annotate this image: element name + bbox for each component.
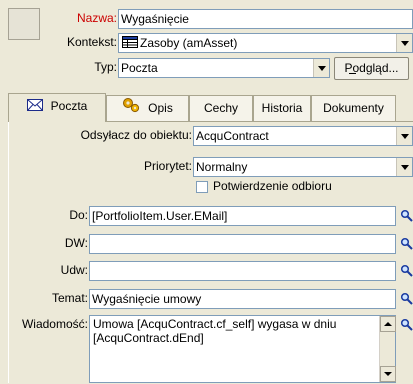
message-textarea[interactable]: Umowa [AcquContract.cf_self] wygasa w dn… [89,315,396,383]
name-label: Nazwa: [76,11,117,25]
context-label: Kontekst: [66,35,117,49]
name-value: Wygaśnięcie [121,12,189,26]
name-field[interactable]: Wygaśnięcie [118,9,413,29]
ref-dropdown-button[interactable] [396,127,412,145]
receipt-label: Potwierdzenie odbioru [213,179,332,193]
scroll-down-button[interactable] [380,366,396,382]
tab-cechy[interactable]: Cechy [189,95,253,121]
cc-lookup-icon[interactable] [400,237,413,251]
tab-label: Opis [148,101,173,115]
ref-value: AcquContract [196,129,269,143]
type-label: Typ: [94,60,117,74]
type-dropdown-button[interactable] [313,59,329,77]
tab-label: Historia [261,101,303,115]
tab-dokumenty[interactable]: Dokumenty [311,95,396,121]
bcc-lookup-icon[interactable] [400,264,413,278]
priority-value: Normalny [196,160,248,174]
context-value: Zasoby (amAsset) [140,36,238,50]
type-value: Poczta [121,61,158,75]
tab-poczta[interactable]: Poczta [8,93,106,122]
ref-label: Odsyłacz do obiektu: [80,128,192,142]
tab-panel-left-border [8,121,9,383]
subject-label: Temat: [51,291,88,305]
priority-label: Priorytet: [143,159,192,173]
to-field[interactable]: [PortfolioItem.User.EMail] [89,206,396,226]
context-dropdown-button[interactable] [396,34,412,52]
tab-opis[interactable]: Opis [106,95,189,121]
tab-label: Cechy [203,101,238,115]
context-field[interactable]: Zasoby (amAsset) [118,33,413,53]
message-label: Wiadomość: [21,317,88,331]
to-value: [PortfolioItem.User.EMail] [92,209,228,223]
cc-label: DW: [64,236,88,250]
subject-value: Wygaśnięcie umowy [92,292,202,306]
bcc-label: Udw: [60,263,88,277]
tab-historia[interactable]: Historia [253,95,311,121]
tab-label: Poczta [50,99,88,113]
preview-button[interactable]: Podgląd... [334,57,409,80]
receipt-checkbox[interactable] [196,181,208,193]
subject-lookup-icon[interactable] [400,292,413,306]
priority-select[interactable]: Normalny [193,157,413,177]
message-value: Umowa [AcquContract.cf_self] wygasa w dn… [93,317,337,345]
ref-select[interactable]: AcquContract [193,126,413,146]
priority-dropdown-button[interactable] [396,158,412,176]
envelope-icon [26,95,43,119]
scroll-up-button[interactable] [380,316,396,332]
bcc-field[interactable] [89,261,396,281]
table-icon [122,35,138,52]
record-image-box[interactable] [8,8,40,40]
preview-underline [349,73,356,74]
to-label: Do: [69,208,88,222]
type-select[interactable]: Poczta [118,58,330,78]
subject-field[interactable]: Wygaśnięcie umowy [89,289,396,309]
to-lookup-icon[interactable] [400,209,413,223]
gears-icon [122,97,140,121]
tab-label: Dokumenty [323,101,384,115]
cc-field[interactable] [89,234,396,254]
message-lookup-icon[interactable] [400,318,413,332]
message-scrollbar[interactable] [379,316,396,382]
